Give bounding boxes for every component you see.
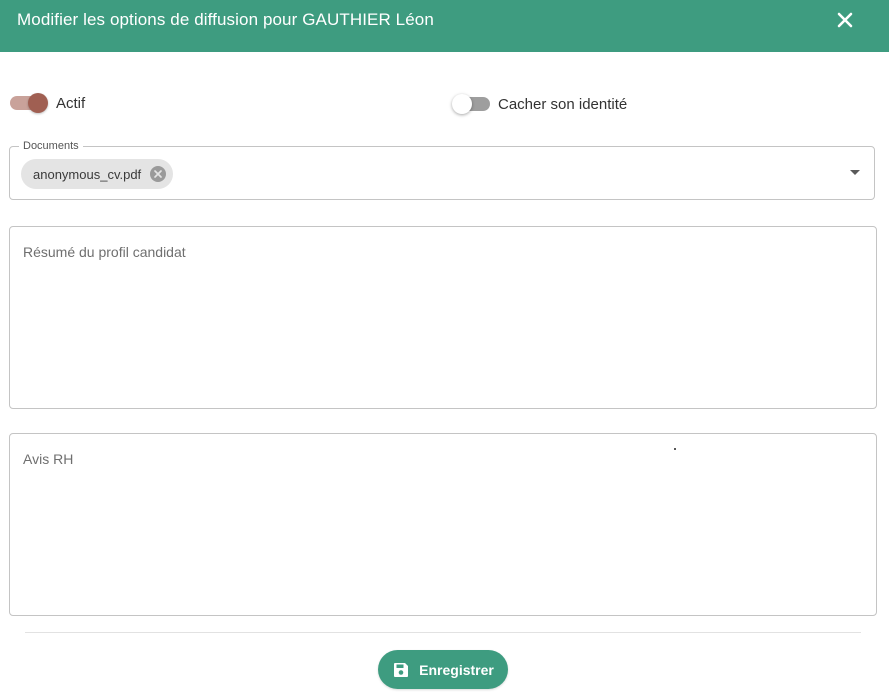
dropdown-arrow-icon[interactable] [850, 170, 860, 176]
close-button[interactable] [833, 8, 857, 32]
toggle-cacher-identite[interactable]: Cacher son identité [452, 94, 627, 114]
actif-switch[interactable] [10, 93, 48, 113]
actif-label: Actif [56, 94, 86, 112]
resume-profil-placeholder: Résumé du profil candidat [23, 244, 186, 260]
toggle-actif[interactable]: Actif [10, 93, 85, 113]
documents-label: Documents [19, 139, 83, 153]
save-button[interactable]: Enregistrer [378, 650, 508, 689]
edit-broadcast-options-dialog: Modifier les options de diffusion pour G… [0, 0, 889, 696]
documents-select[interactable]: Documents anonymous_cv.pdf [9, 139, 875, 200]
resume-profil-textarea[interactable]: Résumé du profil candidat [9, 226, 877, 409]
avis-rh-placeholder: Avis RH [23, 451, 74, 467]
dialog-header: Modifier les options de diffusion pour G… [0, 0, 889, 52]
save-button-label: Enregistrer [419, 661, 494, 678]
cacher-identite-switch[interactable] [452, 94, 490, 114]
cacher-identite-label: Cacher son identité [498, 95, 628, 113]
avis-rh-textarea[interactable]: Avis RH [9, 433, 877, 616]
dialog-title: Modifier les options de diffusion pour G… [17, 10, 434, 29]
save-icon [394, 662, 409, 677]
document-chip-label: anonymous_cv.pdf [33, 166, 142, 182]
switch-thumb [452, 94, 472, 114]
close-icon [837, 12, 853, 28]
mouse-cursor-dot [674, 448, 676, 450]
document-chip: anonymous_cv.pdf [21, 159, 174, 189]
chip-delete-icon[interactable] [149, 165, 167, 183]
footer-divider [25, 632, 861, 633]
switch-thumb [28, 93, 48, 113]
